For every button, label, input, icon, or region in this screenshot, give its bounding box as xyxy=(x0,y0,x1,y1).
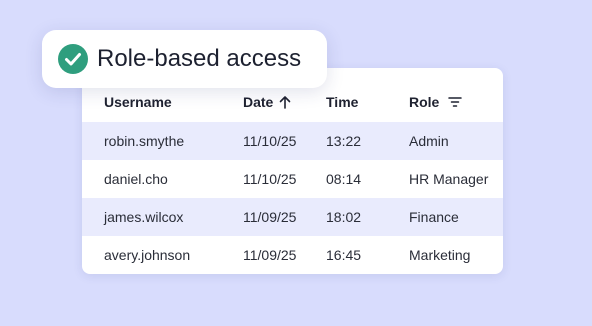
cell-role: Marketing xyxy=(409,247,471,263)
table-row[interactable]: james.wilcox 11/09/25 18:02 Finance xyxy=(82,198,503,236)
column-header-role[interactable]: Role xyxy=(409,94,463,110)
column-header-date[interactable]: Date xyxy=(243,94,291,110)
cell-time: 08:14 xyxy=(326,171,362,187)
cell-date: 11/09/25 xyxy=(243,247,297,263)
cell-username: daniel.cho xyxy=(104,171,168,187)
cell-time: 13:22 xyxy=(326,133,362,149)
cell-username: robin.smythe xyxy=(104,133,185,149)
cell-role: Admin xyxy=(409,133,449,149)
cell-time: 18:02 xyxy=(326,209,362,225)
column-header-time[interactable]: Time xyxy=(326,94,358,110)
cell-date: 11/10/25 xyxy=(243,133,297,149)
column-header-username[interactable]: Username xyxy=(104,94,172,110)
cell-date: 11/09/25 xyxy=(243,209,297,225)
cell-username: avery.johnson xyxy=(104,247,191,263)
arrow-up-icon[interactable] xyxy=(279,95,291,109)
cell-date: 11/10/25 xyxy=(243,171,297,187)
table-row[interactable]: robin.smythe 11/10/25 13:22 Admin xyxy=(82,122,503,160)
column-header-username-label: Username xyxy=(104,94,172,110)
column-header-role-label: Role xyxy=(409,94,440,110)
access-log-table: Username Date Time Role robin.smythe 11/… xyxy=(82,68,503,274)
cell-username: james.wilcox xyxy=(104,209,184,225)
role-based-access-badge: Role-based access xyxy=(42,30,327,88)
table-row[interactable]: avery.johnson 11/09/25 16:45 Marketing xyxy=(82,236,503,274)
check-circle-icon xyxy=(58,44,88,74)
column-header-time-label: Time xyxy=(326,94,359,110)
cell-time: 16:45 xyxy=(326,247,362,263)
badge-label: Role-based access xyxy=(97,45,302,72)
column-header-date-label: Date xyxy=(243,94,274,110)
table-row[interactable]: daniel.cho 11/10/25 08:14 HR Manager xyxy=(82,160,503,198)
cell-role: Finance xyxy=(409,209,459,225)
cell-role: HR Manager xyxy=(409,171,489,187)
filter-icon[interactable] xyxy=(448,96,463,108)
